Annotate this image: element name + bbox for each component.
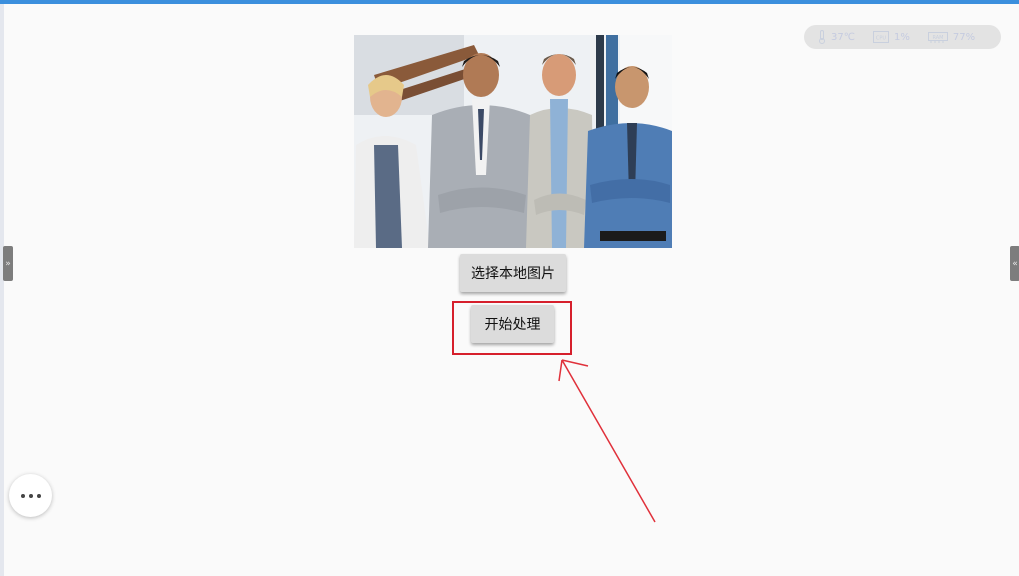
floating-more-button[interactable] (9, 474, 52, 517)
more-dots-icon (19, 493, 43, 498)
annotation-arrow (558, 359, 656, 523)
